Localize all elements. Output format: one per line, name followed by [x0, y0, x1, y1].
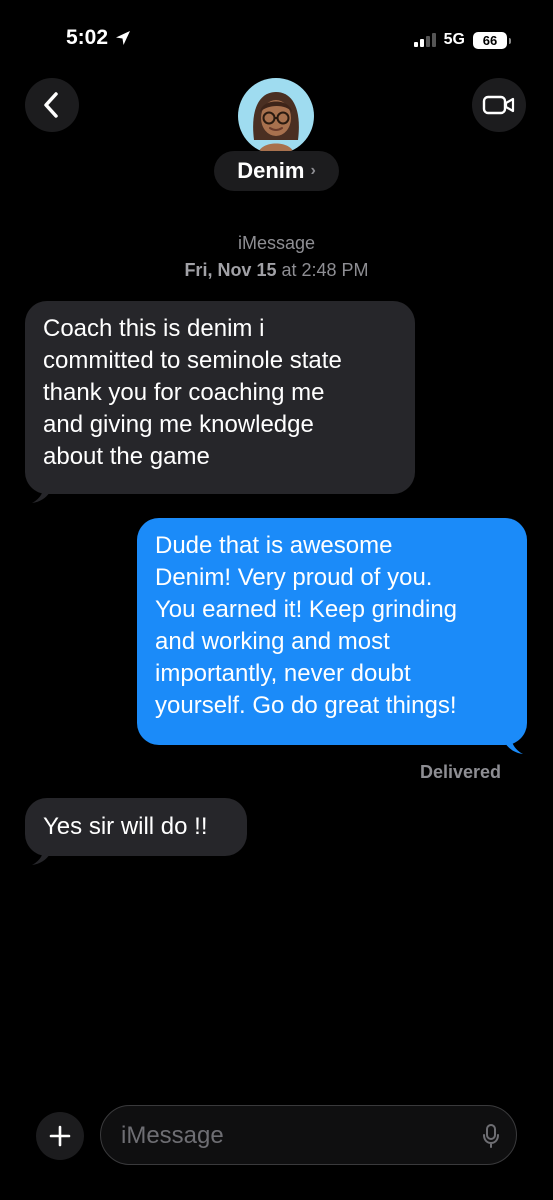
chevron-left-icon [44, 92, 58, 118]
thread-timestamp: Fri, Nov 15 at 2:48 PM [0, 260, 553, 281]
message-line: Denim! Very proud of you. [155, 564, 433, 591]
contact-avatar[interactable] [238, 78, 314, 154]
message-line: committed to seminole state [43, 347, 342, 374]
contact-name: Denim [237, 158, 305, 183]
message-line: importantly, never doubt [155, 660, 411, 687]
clock-label: 5:02 [66, 26, 109, 49]
service-label: iMessage [237, 233, 316, 253]
timestamp-day: Fri, Nov 15 [184, 260, 277, 280]
plus-icon [49, 1125, 71, 1147]
message-line: thank you for coaching me [43, 379, 325, 406]
message-line: and working and most [155, 628, 390, 655]
back-button[interactable] [25, 78, 79, 132]
message-line: Yes sir will do !! [43, 813, 208, 840]
memoji-avatar [253, 92, 299, 154]
cellular-signal-icon [413, 33, 436, 47]
message-bubble-incoming[interactable]: Coach this is denim i committed to semin… [25, 301, 415, 494]
message-bubble-incoming[interactable]: Yes sir will do !! [25, 798, 247, 856]
location-arrow-icon [116, 31, 131, 45]
timestamp-time: 2:48 PM [301, 260, 369, 280]
battery-icon: 66 [473, 31, 511, 49]
timestamp-at: at [281, 260, 297, 280]
contact-name-button[interactable]: Denim › [214, 151, 339, 191]
status-bar-time: 5:02 [66, 26, 132, 50]
microphone-icon[interactable] [482, 1123, 500, 1149]
message-line: Dude that is awesome [155, 532, 393, 559]
delivery-status: Delivered [419, 762, 501, 782]
network-type: 5G [443, 31, 465, 48]
message-input-container[interactable] [100, 1105, 517, 1166]
add-attachment-button[interactable] [36, 1112, 84, 1160]
message-input[interactable] [119, 1106, 463, 1166]
message-bubble-outgoing[interactable]: Dude that is awesome Denim! Very proud o… [137, 518, 527, 745]
status-bar-indicators: 5G 66 [413, 31, 511, 49]
video-call-button[interactable] [472, 78, 526, 132]
message-line: about the game [43, 443, 210, 470]
battery-level: 66 [482, 32, 498, 48]
message-line: and giving me knowledge [43, 411, 314, 438]
message-line: You earned it! Keep grinding [155, 596, 458, 623]
message-line: yourself. Go do great things! [155, 692, 457, 719]
chevron-right-icon: › [310, 162, 316, 179]
message-line: Coach this is denim i [43, 315, 265, 342]
video-camera-icon [482, 95, 515, 115]
